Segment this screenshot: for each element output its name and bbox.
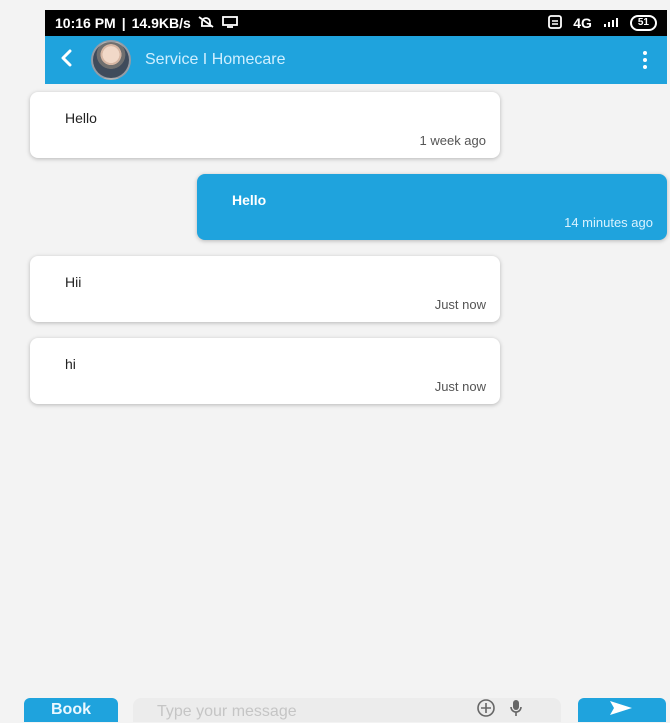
input-actions [476, 698, 526, 723]
chevron-left-icon [60, 49, 74, 72]
signal-icon [602, 15, 620, 32]
message-text: Hii [65, 274, 82, 290]
book-button[interactable]: Book [24, 698, 118, 722]
back-button[interactable] [57, 49, 77, 72]
plus-circle-icon [476, 698, 496, 723]
send-button[interactable] [578, 698, 666, 722]
message-time: Just now [434, 379, 486, 394]
message-bubble: Hello 14 minutes ago [197, 174, 667, 240]
message-bubble: hi Just now [30, 338, 500, 404]
message-time: Just now [434, 297, 486, 312]
chat-area: Hello 1 week ago Hello 14 minutes ago Hi… [0, 84, 670, 690]
notification-muted-icon [197, 15, 215, 32]
avatar[interactable] [91, 40, 131, 80]
status-time: 10:16 PM [55, 15, 116, 31]
sim-icon [547, 14, 563, 32]
chat-header: Service I Homecare [45, 36, 667, 84]
page-title: Service I Homecare [145, 51, 286, 68]
add-button[interactable] [476, 698, 496, 723]
message-text: Hello [65, 110, 97, 126]
message-time: 14 minutes ago [564, 215, 653, 230]
more-vertical-icon [643, 51, 647, 55]
network-speed: 14.9KB/s [131, 15, 191, 31]
message-bubble: Hii Just now [30, 256, 500, 322]
status-bar: 10:16 PM | 14.9KB/s 4G 51 [45, 10, 667, 36]
message-text: hi [65, 356, 76, 372]
status-right: 4G 51 [547, 14, 657, 32]
status-separator: | [121, 15, 126, 31]
message-bubble: Hello 1 week ago [30, 92, 500, 158]
status-left: 10:16 PM | 14.9KB/s [55, 15, 239, 32]
mic-button[interactable] [506, 698, 526, 723]
message-text: Hello [232, 192, 267, 208]
message-composer: Book [0, 692, 670, 722]
send-icon [608, 699, 636, 722]
message-time: 1 week ago [419, 133, 487, 148]
mic-icon [507, 698, 525, 723]
battery-indicator: 51 [629, 15, 657, 31]
more-options-button[interactable] [635, 47, 655, 73]
network-type: 4G [573, 15, 592, 31]
screen-cast-icon [221, 15, 239, 32]
